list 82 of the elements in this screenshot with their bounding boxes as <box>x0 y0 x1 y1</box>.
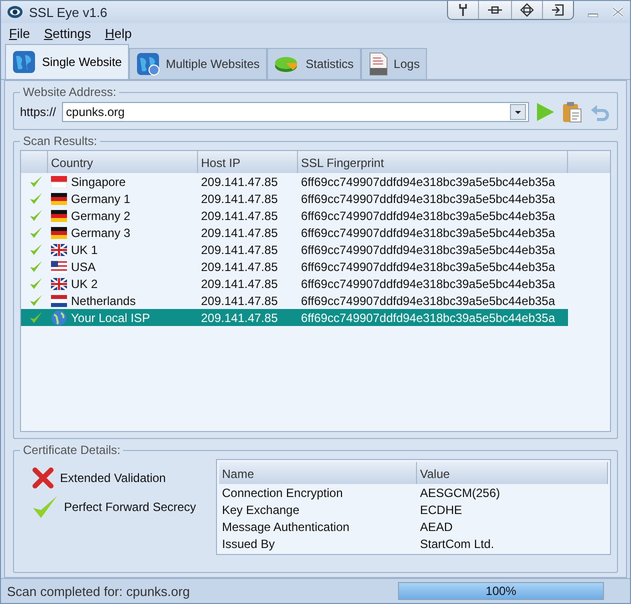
result-row[interactable]: USA 209.141.47.85 6ff69cc749907ddfd94e318bc39a5e5bc44eb35a <box>21 258 610 275</box>
table-cell: Message Authentication <box>222 520 350 534</box>
table-cell: AESGCM(256) <box>420 486 500 500</box>
table-cell: 209.141.47.85 <box>201 226 278 240</box>
table-cell: Netherlands <box>71 294 136 308</box>
result-row[interactable]: UK 1 209.141.47.85 6ff69cc749907ddfd94e318bc39a5e5bc44eb35a <box>21 241 610 258</box>
result-row[interactable]: Germany 1 209.141.47.85 6ff69cc749907ddfd94e318bc39a5e5bc44eb35a <box>21 190 610 207</box>
result-row[interactable]: Singapore 209.141.47.85 6ff69cc749907ddfd94e318bc39a5e5bc44eb35a <box>21 173 610 190</box>
column-header: SSL Fingerprint <box>298 151 568 173</box>
tab[interactable]: Single Website <box>5 44 129 79</box>
column-header: Host IP <box>198 151 298 173</box>
eye-icon <box>7 4 23 20</box>
table-cell: Issued By <box>222 536 275 550</box>
globe-icon <box>12 50 36 74</box>
table-cell: Key Exchange <box>222 502 300 516</box>
table-cell: 6ff69cc749907ddfd94e318bc39a5e5bc44eb35a <box>301 192 556 206</box>
tab[interactable]: Logs <box>360 48 427 79</box>
menu-item[interactable]: Settings <box>44 26 91 41</box>
flag-icon <box>51 294 67 306</box>
table-cell: AEAD <box>420 520 453 534</box>
table-cell: ECDHE <box>420 502 462 516</box>
url-prefix: https:// <box>20 105 56 119</box>
table-cell: 6ff69cc749907ddfd94e318bc39a5e5bc44eb35a <box>301 276 556 290</box>
table-cell: Singapore <box>71 174 126 188</box>
table-cell: Germany 3 <box>71 226 130 240</box>
window-title: SSL Eye v1.6 <box>29 4 108 20</box>
table-cell: 6ff69cc749907ddfd94e318bc39a5e5bc44eb35a <box>301 226 556 240</box>
flag-icon <box>51 278 67 290</box>
result-row[interactable]: Germany 2 209.141.47.85 6ff69cc749907ddfd94e318bc39a5e5bc44eb35a <box>21 207 610 224</box>
table-cell: 209.141.47.85 <box>201 242 278 256</box>
globe-icon <box>51 310 67 326</box>
flag-icon <box>51 260 67 272</box>
menu-item[interactable]: File <box>9 26 30 41</box>
flag-icon <box>51 210 67 222</box>
flag-icon <box>51 192 67 204</box>
progress-text: 100% <box>484 584 518 598</box>
globes-icon <box>136 52 160 76</box>
table-cell: 6ff69cc749907ddfd94e318bc39a5e5bc44eb35a <box>301 242 556 256</box>
group-title: Certificate Details: <box>22 443 122 457</box>
result-row[interactable]: Germany 3 209.141.47.85 6ff69cc749907ddfd94e318bc39a5e5bc44eb35a <box>21 224 610 241</box>
tab[interactable]: Multiple Websites <box>128 48 267 79</box>
table-cell: 6ff69cc749907ddfd94e318bc39a5e5bc44eb35a <box>301 260 556 274</box>
table-cell: Connection Encryption <box>222 486 343 500</box>
table-cell: USA <box>71 260 96 274</box>
table-cell: UK 2 <box>71 276 98 290</box>
table-cell: Germany 2 <box>71 208 130 222</box>
status-text: Scan completed for: cpunks.org <box>7 584 191 598</box>
table-cell: 6ff69cc749907ddfd94e318bc39a5e5bc44eb35a <box>301 174 556 188</box>
table-cell: 209.141.47.85 <box>201 276 278 290</box>
column-header: Value <box>417 462 608 484</box>
result-row[interactable]: Netherlands 209.141.47.85 6ff69cc749907ddfd94e318bc39a5e5bc44eb35a <box>21 292 610 309</box>
column-header: Country <box>48 151 198 173</box>
close-icon[interactable] <box>612 7 624 17</box>
table-cell: 209.141.47.85 <box>201 294 278 308</box>
table-cell: Your Local ISP <box>71 310 150 324</box>
table-cell: Germany 1 <box>71 192 130 206</box>
group-title: Website Address: <box>22 85 118 99</box>
menu-item[interactable]: Help <box>104 26 132 41</box>
table-cell: StartCom Ltd. <box>420 536 494 550</box>
table-cell: 6ff69cc749907ddfd94e318bc39a5e5bc44eb35a <box>301 310 556 324</box>
clipboard-icon[interactable] <box>561 101 583 123</box>
pie-chart-icon <box>274 54 300 74</box>
flag-icon <box>51 176 67 188</box>
url-combo-box[interactable]: cpunks.org <box>62 102 529 122</box>
table-cell: 6ff69cc749907ddfd94e318bc39a5e5bc44eb35a <box>301 208 556 222</box>
result-row[interactable]: UK 2 209.141.47.85 6ff69cc749907ddfd94e318bc39a5e5bc44eb35a <box>21 275 610 292</box>
table-cell: 209.141.47.85 <box>201 260 278 274</box>
table-cell: 209.141.47.85 <box>201 192 278 206</box>
result-row[interactable]: Your Local ISP 209.141.47.85 6ff69cc749907ddfd94e318bc39a5e5bc44eb35a <box>21 309 568 326</box>
table-cell: UK 1 <box>71 242 98 256</box>
log-file-icon <box>368 52 388 76</box>
flag-icon <box>51 244 67 256</box>
group-title: Scan Results: <box>22 134 98 148</box>
table-cell: 209.141.47.85 <box>201 174 278 188</box>
table-cell: 209.141.47.85 <box>201 208 278 222</box>
check-label: Extended Validation <box>60 471 166 485</box>
table-cell: 209.141.47.85 <box>201 310 278 324</box>
flag-icon <box>51 226 67 238</box>
table-cell: 6ff69cc749907ddfd94e318bc39a5e5bc44eb35a <box>301 294 556 308</box>
check-label: Perfect Forward Secrecy <box>64 500 196 514</box>
column-header: Name <box>219 462 417 484</box>
tab[interactable]: Statistics <box>266 48 361 79</box>
